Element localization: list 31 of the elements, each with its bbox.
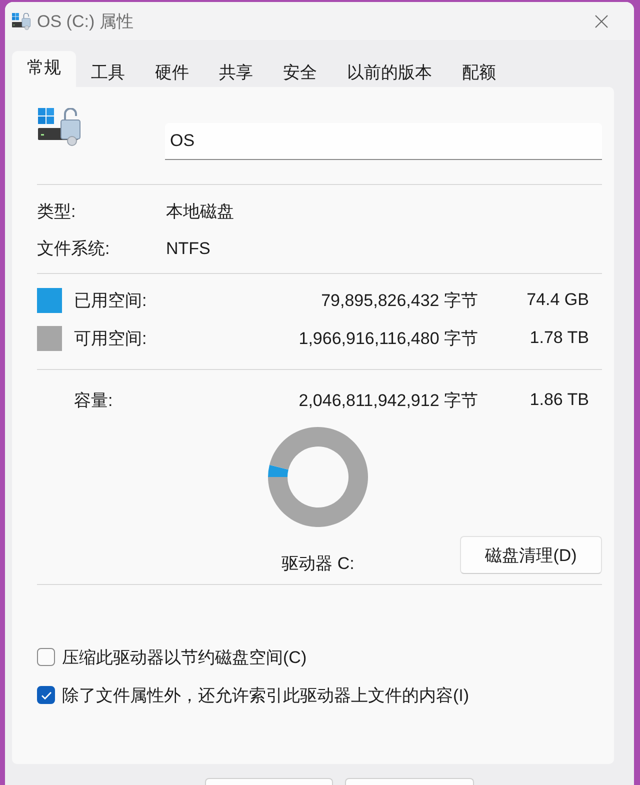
checkbox-label[interactable]: 压缩此驱动器以节约磁盘空间(C) <box>62 646 307 668</box>
tab[interactable]: 工具 <box>76 57 140 87</box>
property-label: 类型: <box>37 202 76 221</box>
close-icon <box>594 14 608 28</box>
drive-icon <box>12 12 32 30</box>
property-value: NTFS <box>166 238 210 258</box>
byte-count: 79,895,826,432 字节 <box>321 290 478 312</box>
name-field[interactable]: OS <box>165 123 602 160</box>
space-label: 已用空间: <box>74 290 147 310</box>
disk-cleanup-button[interactable]: 磁盘清理(D) <box>460 536 602 574</box>
size-value: 1.86 TB <box>530 390 589 410</box>
property-label: 文件系统: <box>37 239 110 258</box>
property-value: 本地磁盘 <box>166 201 234 223</box>
check-icon <box>40 690 52 700</box>
window-title: OS (C:) 属性 <box>37 10 134 32</box>
size-value: 74.4 GB <box>526 290 589 310</box>
size-value: 1.78 TB <box>530 328 589 348</box>
checkbox[interactable] <box>37 686 55 704</box>
checkbox[interactable] <box>37 648 55 666</box>
byte-count: 1,966,916,116,480 字节 <box>298 328 478 350</box>
capacity-label: 容量: <box>74 390 113 410</box>
tab[interactable]: 常规 <box>12 51 76 87</box>
tab[interactable]: 配额 <box>447 57 511 87</box>
drive-label: 驱动器 C: <box>282 553 354 575</box>
checkbox-label[interactable]: 除了文件属性外，还允许索引此驱动器上文件的内容(I) <box>62 684 470 706</box>
byte-count: 2,046,811,942,912 字节 <box>298 390 478 412</box>
tab[interactable]: 共享 <box>204 57 268 87</box>
space-label: 可用空间: <box>74 328 147 348</box>
tab[interactable]: 硬件 <box>140 57 204 87</box>
tab[interactable]: 以前的版本 <box>332 57 447 87</box>
tab[interactable]: 安全 <box>268 57 332 87</box>
